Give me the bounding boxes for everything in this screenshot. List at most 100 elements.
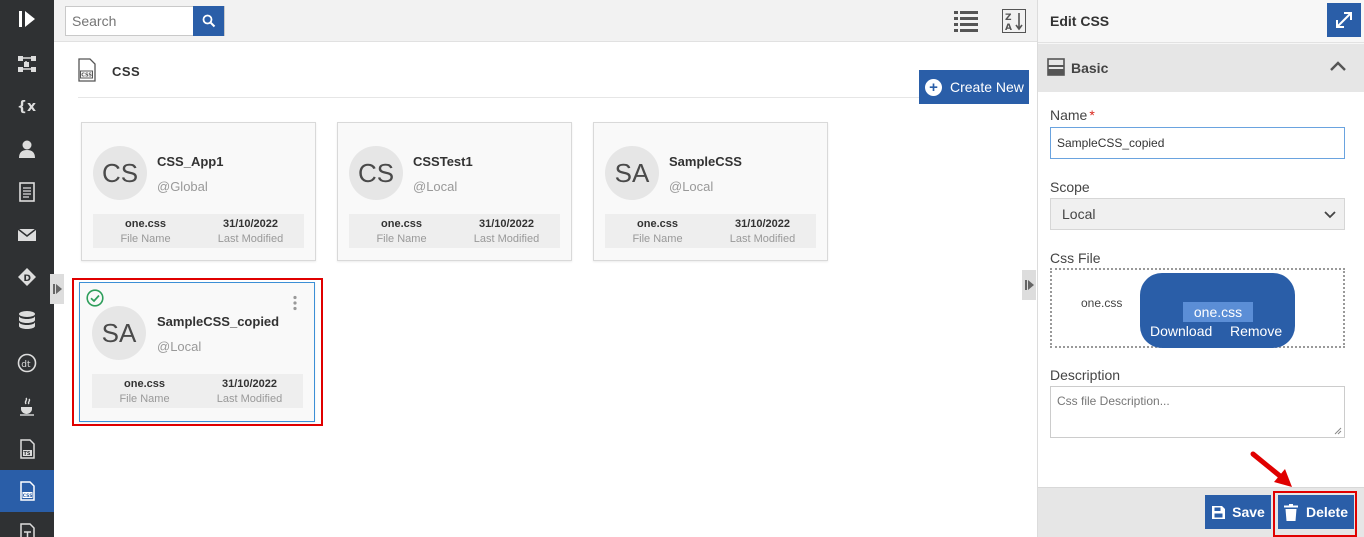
search-input[interactable] bbox=[66, 7, 194, 35]
expand-button[interactable] bbox=[1327, 3, 1361, 37]
css-card[interactable]: CS CSSTest1 @Local one.css File Name 31/… bbox=[337, 122, 572, 261]
delete-button[interactable]: Delete bbox=[1278, 495, 1354, 529]
css-form: Name * SampleCSS_copied Scope Local Css F… bbox=[1038, 92, 1364, 487]
file-name-value: one.css bbox=[637, 218, 678, 230]
description-textarea[interactable]: Css file Description... bbox=[1050, 386, 1345, 438]
diamond-d-icon[interactable]: D bbox=[0, 256, 54, 298]
resize-grip-icon[interactable] bbox=[1334, 427, 1342, 435]
file-chip: one.css bbox=[1183, 302, 1253, 322]
ts-file-icon[interactable]: TS bbox=[0, 428, 54, 470]
file-col: one.css File Name bbox=[92, 374, 197, 405]
file-actions-overlay: one.css Download Remove bbox=[1140, 273, 1295, 348]
file-name-value: one.css bbox=[125, 218, 166, 230]
card-title: SampleCSS_copied bbox=[157, 314, 280, 329]
css-file-dropzone[interactable]: one.css one.css Download Remove bbox=[1050, 268, 1345, 348]
last-modified-value: 31/10/2022 bbox=[222, 218, 279, 230]
svg-text:Z: Z bbox=[1005, 13, 1012, 23]
panel-title: Edit CSS bbox=[1050, 13, 1110, 29]
card-meta: one.css File Name 31/10/2022 Last Modifi… bbox=[349, 214, 560, 248]
collapse-right-handle[interactable] bbox=[1022, 270, 1036, 300]
panel-header: Edit CSS bbox=[1038, 0, 1364, 43]
name-label: Name * bbox=[1050, 107, 1095, 123]
card-scope: @Local bbox=[157, 339, 202, 354]
file-name-label: File Name bbox=[376, 233, 427, 245]
user-icon[interactable] bbox=[0, 128, 54, 170]
collapse-left-handle[interactable] bbox=[50, 274, 64, 304]
last-modified-value: 31/10/2022 bbox=[734, 218, 791, 230]
document-icon[interactable] bbox=[0, 171, 54, 213]
card-meta: one.css File Name 31/10/2022 Last Modifi… bbox=[92, 374, 303, 408]
description-label: Description bbox=[1050, 367, 1121, 383]
css-file-label: Css File bbox=[1050, 250, 1101, 266]
save-label: Save bbox=[1232, 504, 1265, 520]
date-col: 31/10/2022 Last Modified bbox=[197, 374, 302, 405]
chevron-down-icon bbox=[1324, 211, 1336, 219]
create-new-label: Create New bbox=[950, 79, 1024, 95]
card-title: CSS_App1 bbox=[157, 154, 224, 169]
panel-footer: Save Delete bbox=[1038, 487, 1364, 537]
svg-text:CSS: CSS bbox=[23, 493, 33, 499]
app-root: {x} D dt TS CSS bbox=[0, 0, 1364, 537]
delete-label: Delete bbox=[1305, 504, 1349, 520]
avatar: CS bbox=[93, 146, 147, 200]
list-view-icon[interactable] bbox=[954, 10, 978, 32]
database-icon[interactable] bbox=[0, 299, 54, 341]
trash-icon bbox=[1283, 503, 1298, 521]
card-meta: one.css File Name 31/10/2022 Last Modifi… bbox=[605, 214, 816, 248]
file-name-label: File Name bbox=[632, 233, 683, 245]
svg-text:TS: TS bbox=[24, 451, 31, 457]
css-file-icon: CSS bbox=[78, 58, 96, 82]
file-col: one.css File Name bbox=[93, 214, 198, 245]
page-header: CSS CSS + Create New bbox=[78, 58, 1029, 104]
save-button[interactable]: Save bbox=[1205, 495, 1271, 529]
card-title: SampleCSS bbox=[669, 154, 742, 169]
scope-select[interactable]: Local bbox=[1050, 198, 1345, 230]
css-file-icon[interactable]: CSS bbox=[0, 470, 54, 512]
last-modified-label: Last Modified bbox=[216, 393, 283, 405]
css-card[interactable]: SA SampleCSS @Local one.css File Name 31… bbox=[593, 122, 828, 261]
last-modified-label: Last Modified bbox=[729, 233, 796, 245]
chevron-right-icon bbox=[1024, 280, 1034, 290]
remove-link[interactable]: Remove bbox=[1230, 323, 1282, 339]
card-scope: @Global bbox=[157, 179, 208, 194]
scope-value: Local bbox=[1062, 206, 1096, 222]
java-icon[interactable] bbox=[0, 385, 54, 427]
page-title: CSS bbox=[112, 64, 141, 79]
file-name-label: File Name bbox=[120, 233, 171, 245]
dt-icon[interactable]: dt bbox=[0, 342, 54, 384]
file-col: one.css File Name bbox=[349, 214, 454, 245]
workflow-icon[interactable] bbox=[0, 43, 54, 85]
description-placeholder: Css file Description... bbox=[1057, 394, 1170, 408]
play-logo-icon[interactable] bbox=[0, 0, 54, 38]
plus-icon: + bbox=[925, 78, 942, 96]
variable-icon[interactable]: {x} bbox=[0, 85, 54, 127]
avatar: SA bbox=[92, 306, 146, 360]
svg-text:CSS: CSS bbox=[81, 73, 92, 79]
svg-text:A: A bbox=[1005, 23, 1012, 33]
card-title: CSSTest1 bbox=[413, 154, 473, 169]
css-card-selected[interactable]: SA SampleCSS_copied @Local one.css File … bbox=[79, 282, 315, 422]
section-basic-header[interactable]: Basic bbox=[1038, 44, 1364, 92]
chevron-up-icon[interactable] bbox=[1329, 59, 1347, 73]
file-name-label: File Name bbox=[119, 393, 170, 405]
css-card[interactable]: CS CSS_App1 @Global one.css File Name 31… bbox=[81, 122, 316, 261]
search-button[interactable] bbox=[193, 6, 224, 36]
date-col: 31/10/2022 Last Modified bbox=[710, 214, 815, 245]
file-name-value: one.css bbox=[381, 218, 422, 230]
file-col: one.css File Name bbox=[605, 214, 710, 245]
required-mark: * bbox=[1089, 107, 1095, 123]
last-modified-label: Last Modified bbox=[473, 233, 540, 245]
mail-icon[interactable] bbox=[0, 214, 54, 256]
name-input[interactable]: SampleCSS_copied bbox=[1050, 127, 1345, 159]
text-file-icon[interactable] bbox=[0, 512, 54, 537]
download-link[interactable]: Download bbox=[1150, 323, 1212, 339]
svg-text:{x}: {x} bbox=[17, 99, 37, 115]
create-new-button[interactable]: + Create New bbox=[919, 70, 1029, 104]
search-icon bbox=[202, 14, 215, 28]
main-content: CSS CSS + Create New CS CSS_App1 @Global… bbox=[50, 42, 1037, 537]
last-modified-value: 31/10/2022 bbox=[478, 218, 535, 230]
expand-icon bbox=[1336, 12, 1352, 28]
more-options-icon[interactable] bbox=[292, 295, 298, 311]
sort-za-icon[interactable]: ZA bbox=[1002, 9, 1026, 33]
card-scope: @Local bbox=[413, 179, 458, 194]
